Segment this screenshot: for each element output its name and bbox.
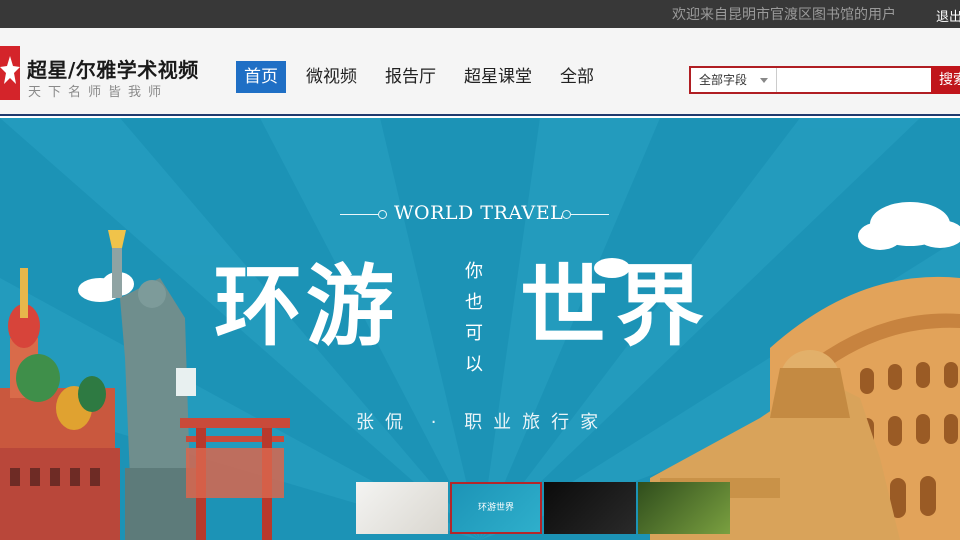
nav-item-all[interactable]: 全部 [552,61,602,93]
banner-author: 张侃 · 职业旅行家 [356,412,610,433]
circle-ornament [562,210,571,219]
chevron-down-icon [760,78,768,83]
vertical-char: 以 [465,354,483,375]
logout-link[interactable]: 退出 [936,6,960,25]
vertical-char: 你 [465,261,483,282]
search-field-select[interactable]: 全部字段 [691,68,777,92]
carousel-thumbnails: 环游世界 [356,482,732,534]
search-box: 全部字段 搜索 [689,66,960,94]
banner-title-vertical: 你 也 可 以 [463,256,485,380]
nav-item-home[interactable]: 首页 [236,61,286,93]
welcome-text: 欢迎来自昆明市官渡区图书馆的用户 [672,7,896,23]
thumb-caption [544,482,636,534]
search-input[interactable] [778,68,928,92]
carousel-thumb-1[interactable] [356,482,448,534]
thumb-caption: 环游世界 [477,503,514,513]
carousel-thumb-4[interactable] [638,482,730,534]
nav-item-chaoxing-class[interactable]: 超星课堂 [456,61,540,93]
thumb-caption [356,482,448,534]
thumb-caption [638,482,730,534]
hero-banner[interactable]: WORLD TRAVEL 环游 你 也 可 以 世界 张侃 · 职业旅行家 环游… [0,118,960,540]
search-button[interactable]: 搜索 [931,66,960,94]
site-header: 超星/尔雅学术视频 天下名师皆我师 首页 微视频 报告厅 超星课堂 全部 全部字… [0,28,960,116]
nav-item-lecture-hall[interactable]: 报告厅 [377,61,444,93]
eyebrow-text: WORLD TRAVEL [394,202,564,224]
circle-ornament [378,210,387,219]
logo-slogan: 天下名师皆我师 [28,85,169,100]
top-bar: 欢迎来自昆明市官渡区图书馆的用户 退出 [0,0,960,28]
vertical-char: 也 [465,292,483,313]
carousel-thumb-3[interactable] [544,482,636,534]
search-field-label: 全部字段 [699,73,748,87]
carousel-thumb-2[interactable]: 环游世界 [450,482,542,534]
divider [571,214,609,215]
logo-title[interactable]: 超星/尔雅学术视频 [27,54,199,83]
world-travel-eyebrow: WORLD TRAVEL [340,202,610,228]
vertical-char: 可 [465,323,483,344]
banner-title-left: 环游 [214,254,399,358]
banner-title-right: 世界 [520,254,713,358]
main-nav: 首页 微视频 报告厅 超星课堂 全部 [236,61,614,93]
logo-star-icon[interactable] [0,46,20,100]
nav-item-micro-video[interactable]: 微视频 [298,61,365,93]
divider [340,214,378,215]
